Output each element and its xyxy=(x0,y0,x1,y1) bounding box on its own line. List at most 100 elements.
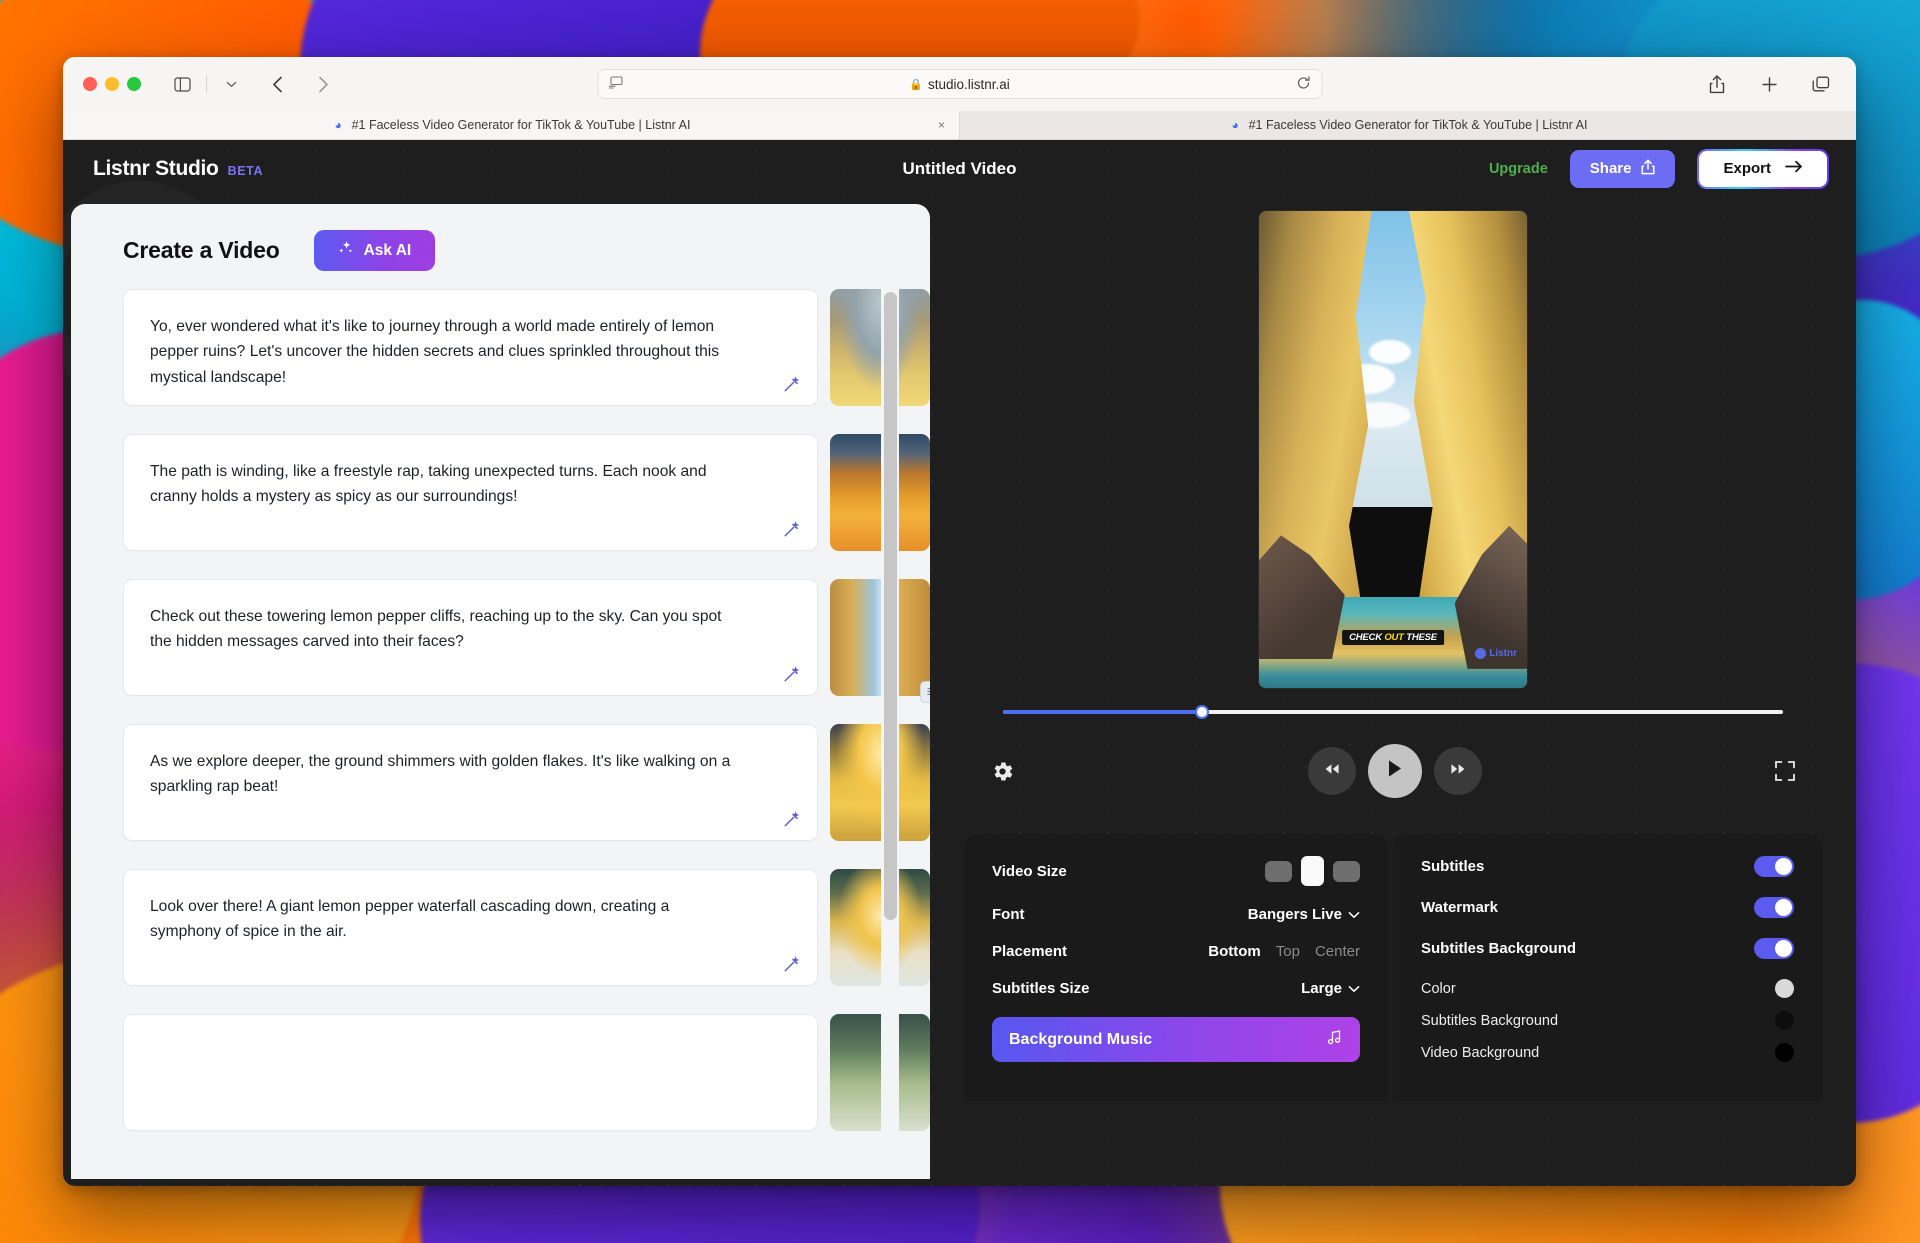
fullscreen-icon[interactable] xyxy=(1774,760,1796,782)
scene-row: Look over there! A giant lemon pepper wa… xyxy=(71,869,930,986)
maximize-window-button[interactable] xyxy=(127,77,141,91)
font-label: Font xyxy=(992,906,1024,923)
scene-list[interactable]: Yo, ever wondered what it's like to jour… xyxy=(71,285,930,1179)
watermark-toggle[interactable] xyxy=(1754,897,1794,918)
ask-ai-button[interactable]: Ask AI xyxy=(314,230,436,271)
seek-bar[interactable] xyxy=(1003,710,1783,714)
page-title: Create a Video xyxy=(123,237,280,264)
placement-option-center[interactable]: Center xyxy=(1315,943,1360,960)
scene-row xyxy=(71,1014,930,1131)
font-select[interactable]: Bangers Live xyxy=(1248,906,1360,923)
video-size-panel: Video Size Font Bangers Liv xyxy=(964,834,1388,1101)
back-arrow-icon[interactable] xyxy=(262,71,292,97)
browser-window: 🔒 studio.listnr.ai xyxy=(63,57,1856,1186)
scene-thumbnail[interactable] xyxy=(830,724,930,841)
scene-text-card[interactable]: As we explore deeper, the ground shimmer… xyxy=(123,724,818,841)
scene-text-card[interactable]: Yo, ever wondered what it's like to jour… xyxy=(123,289,818,406)
export-button-border: Export xyxy=(1697,149,1829,189)
scene-row: The path is winding, like a freestyle ra… xyxy=(71,434,930,551)
scene-thumbnail[interactable] xyxy=(830,869,930,986)
aspect-ratio-square[interactable] xyxy=(1333,861,1360,882)
music-note-icon xyxy=(1326,1029,1343,1051)
preview-cloud xyxy=(1369,340,1411,364)
color-swatch-subtitles-background[interactable] xyxy=(1775,1011,1794,1030)
player-controls xyxy=(990,744,1796,798)
app-body: Create a Video Ask AI xyxy=(63,197,1856,1186)
scene-thumbnail[interactable] xyxy=(830,1014,930,1131)
subtitle-options-panel: Subtitles Watermark Subtitles Background xyxy=(1393,834,1822,1101)
address-bar[interactable]: 🔒 studio.listnr.ai xyxy=(597,69,1322,99)
close-window-button[interactable] xyxy=(83,77,97,91)
reload-icon[interactable] xyxy=(1296,76,1310,93)
rewind-button[interactable] xyxy=(1308,747,1356,795)
reader-view-icon[interactable] xyxy=(608,76,622,92)
video-preview[interactable]: CHECK OUT THESE Listnr xyxy=(1259,211,1527,688)
scene-thumbnail-image xyxy=(830,869,930,986)
brand-name: Listnr Studio xyxy=(93,157,219,181)
magic-wand-icon[interactable] xyxy=(781,665,801,685)
subtitles-size-select[interactable]: Large xyxy=(1301,980,1360,997)
aspect-ratio-landscape[interactable] xyxy=(1265,861,1292,882)
subtitles-background-toggle[interactable] xyxy=(1754,938,1794,959)
subtitles-toggle-label: Subtitles xyxy=(1421,858,1484,875)
document-title[interactable]: Untitled Video xyxy=(903,159,1017,179)
scene-list-scrollbar-thumb[interactable] xyxy=(884,292,897,920)
plus-icon[interactable] xyxy=(1754,71,1784,97)
export-button[interactable]: Export xyxy=(1699,151,1827,187)
browser-tab-2[interactable]: ◕ #1 Faceless Video Generator for TikTok… xyxy=(959,111,1856,139)
scene-text: Yo, ever wondered what it's like to jour… xyxy=(150,314,735,390)
subtitles-background-toggle-row: Subtitles Background xyxy=(1421,938,1794,959)
color-swatch-text[interactable] xyxy=(1775,979,1794,998)
magic-wand-icon[interactable] xyxy=(781,520,801,540)
placement-option-top[interactable]: Top xyxy=(1276,943,1300,960)
scene-thumbnail[interactable] xyxy=(830,434,930,551)
sidebar-toggle-icon[interactable] xyxy=(167,71,197,97)
toolbar-divider xyxy=(206,75,207,93)
export-button-label: Export xyxy=(1723,160,1771,177)
magic-wand-icon[interactable] xyxy=(781,375,801,395)
seek-bar-fill xyxy=(1003,710,1202,714)
scene-thumbnail[interactable] xyxy=(830,579,930,696)
subtitles-background-toggle-label: Subtitles Background xyxy=(1421,940,1576,957)
scene-thumbnail[interactable] xyxy=(830,289,930,406)
share-icon[interactable] xyxy=(1702,71,1732,97)
subtitles-size-value: Large xyxy=(1301,980,1342,997)
play-button[interactable] xyxy=(1368,744,1422,798)
tab-overview-icon[interactable] xyxy=(1806,71,1836,97)
beta-badge: BETA xyxy=(228,164,264,178)
upgrade-link[interactable]: Upgrade xyxy=(1489,161,1548,177)
url-text: studio.listnr.ai xyxy=(928,77,1010,92)
browser-tab-1[interactable]: ◕ #1 Faceless Video Generator for TikTok… xyxy=(63,111,959,139)
tab-title: #1 Faceless Video Generator for TikTok &… xyxy=(1249,118,1588,132)
toggle-knob xyxy=(1775,940,1792,957)
color-swatch-video-background[interactable] xyxy=(1775,1043,1794,1062)
preview-subtitle: CHECK OUT THESE xyxy=(1342,630,1444,645)
subtitles-size-label: Subtitles Size xyxy=(992,980,1090,997)
chevron-down-icon[interactable] xyxy=(216,71,246,97)
listnr-favicon: ◕ xyxy=(332,119,345,132)
panel-collapse-icon[interactable] xyxy=(920,681,930,703)
close-tab-icon[interactable]: × xyxy=(938,118,945,132)
scene-text-card[interactable]: Look over there! A giant lemon pepper wa… xyxy=(123,869,818,986)
seek-bar-handle[interactable] xyxy=(1195,705,1209,719)
fast-forward-button[interactable] xyxy=(1434,747,1482,795)
background-music-button[interactable]: Background Music xyxy=(992,1017,1360,1062)
subtitles-size-row: Subtitles Size Large xyxy=(992,980,1360,997)
scene-text-card[interactable]: Check out these towering lemon pepper cl… xyxy=(123,579,818,696)
gear-icon[interactable] xyxy=(990,759,1015,784)
magic-wand-icon[interactable] xyxy=(781,810,801,830)
minimize-window-button[interactable] xyxy=(105,77,119,91)
aspect-ratio-portrait[interactable] xyxy=(1301,856,1324,886)
forward-arrow-icon[interactable] xyxy=(308,71,338,97)
magic-wand-icon[interactable] xyxy=(781,955,801,975)
subtitle-highlight: OUT xyxy=(1384,632,1403,643)
scene-text-card[interactable] xyxy=(123,1014,818,1131)
subtitles-toggle[interactable] xyxy=(1754,856,1794,877)
scene-text-card[interactable]: The path is winding, like a freestyle ra… xyxy=(123,434,818,551)
app-brand[interactable]: Listnr Studio BETA xyxy=(93,157,263,181)
scene-row: Check out these towering lemon pepper cl… xyxy=(71,579,930,696)
share-button[interactable]: Share xyxy=(1570,150,1676,188)
scene-text: As we explore deeper, the ground shimmer… xyxy=(150,749,735,800)
scene-row: As we explore deeper, the ground shimmer… xyxy=(71,724,930,841)
placement-option-bottom[interactable]: Bottom xyxy=(1208,943,1261,960)
